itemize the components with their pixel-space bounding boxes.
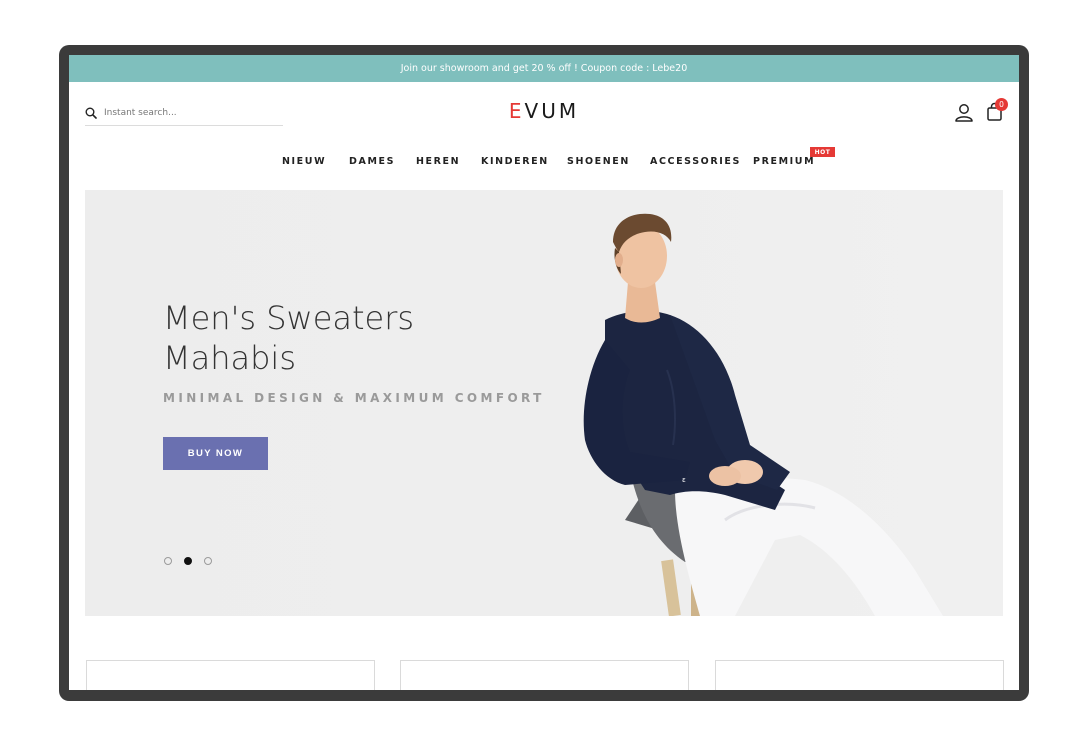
hero-subtitle: MINIMAL DESIGN & MAXIMUM COMFORT	[163, 391, 545, 405]
browser-viewport: Join our showroom and get 20 % off ! Cou…	[69, 55, 1019, 690]
hero-title-line-1: Men's Sweaters	[163, 299, 415, 337]
category-card-1[interactable]	[86, 660, 375, 690]
slider-pagination	[164, 557, 212, 565]
buy-now-button[interactable]: BUY NOW	[163, 437, 268, 470]
category-card-2[interactable]	[400, 660, 689, 690]
nav-item-nieuw[interactable]: NIEUW	[282, 156, 326, 167]
promo-bar: Join our showroom and get 20 % off ! Cou…	[69, 55, 1019, 82]
nav-item-dames[interactable]: DAMES	[349, 156, 395, 167]
slider-dot-3[interactable]	[204, 557, 212, 565]
device-frame: Join our showroom and get 20 % off ! Cou…	[59, 45, 1029, 701]
hero-slider: ε Men's Sweaters Mahabis MINIMAL DESIGN …	[85, 190, 1003, 616]
brand-logo[interactable]: EVUM	[69, 99, 1019, 123]
nav-item-kinderen[interactable]: KINDEREN	[481, 156, 549, 167]
nav-item-heren[interactable]: HEREN	[416, 156, 460, 167]
hero-title-line-2: Mahabis	[163, 339, 296, 377]
slider-dot-2-active[interactable]	[184, 557, 192, 565]
cart-count-badge: 0	[995, 98, 1008, 111]
category-card-3[interactable]	[715, 660, 1004, 690]
promo-text: Join our showroom and get 20 % off ! Cou…	[400, 63, 688, 74]
slider-dot-1[interactable]	[164, 557, 172, 565]
user-icon[interactable]	[953, 102, 975, 124]
sweater-logo-mark: ε	[682, 476, 686, 484]
logo-accent-letter: E	[508, 99, 525, 123]
nav-item-shoenen[interactable]: SHOENEN	[567, 156, 630, 167]
logo-text: VUM	[524, 99, 580, 123]
nav-item-accessories[interactable]: ACCESSORIES	[650, 156, 741, 167]
hot-badge: HOT	[810, 147, 835, 157]
nav-item-premium[interactable]: PREMIUM	[753, 156, 815, 167]
hero-title: Men's Sweaters Mahabis	[163, 298, 414, 378]
